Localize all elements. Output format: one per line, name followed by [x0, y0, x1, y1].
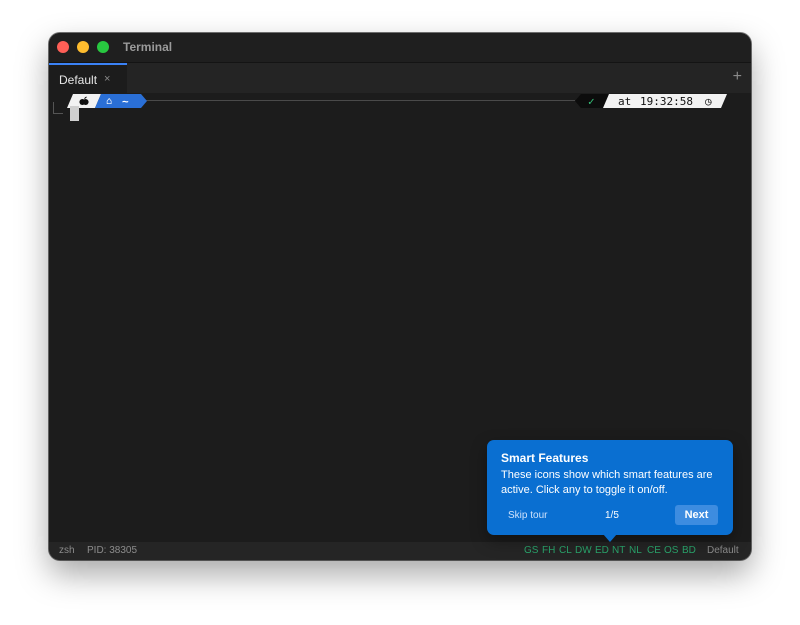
clock-icon: ◷ — [705, 95, 712, 108]
tab-label: Default — [59, 73, 98, 87]
profile-name[interactable]: Default — [707, 545, 739, 556]
onboarding-tooltip: Smart Features These icons show which sm… — [487, 440, 733, 535]
prompt-filler-line — [145, 100, 575, 101]
next-button[interactable]: Next — [675, 505, 718, 525]
status-bar: zsh PID: 38305 GS FH CL DW ED NT NL CE O… — [49, 542, 751, 560]
prompt-time-segment: at 19:32:58 ◷ — [603, 94, 727, 108]
close-window-button[interactable] — [57, 41, 69, 53]
prompt-path: ~ — [122, 95, 129, 108]
shell-name: zsh — [59, 545, 75, 556]
tour-step-counter: 1/5 — [605, 510, 619, 521]
prompt-time: 19:32:58 — [640, 95, 693, 108]
feature-toggle-ce[interactable]: CE — [647, 545, 661, 556]
feature-toggle-gs[interactable]: GS — [524, 545, 538, 556]
tab-bar: Default × + — [49, 63, 751, 93]
home-icon: ⌂ — [106, 96, 113, 107]
feature-toggle-ed[interactable]: ED — [595, 545, 609, 556]
prompt-connector — [53, 102, 63, 114]
window-title: Terminal — [123, 40, 173, 54]
tooltip-pointer — [603, 534, 617, 542]
minimize-window-button[interactable] — [77, 41, 89, 53]
feature-toggle-fh[interactable]: FH — [542, 545, 555, 556]
feature-toggle-nl[interactable]: NL — [629, 545, 642, 556]
time-prefix: at — [618, 95, 632, 108]
check-icon: ✓ — [588, 95, 595, 108]
feature-toggle-cl[interactable]: CL — [559, 545, 572, 556]
tab-close-icon[interactable]: × — [104, 73, 110, 85]
apple-icon — [79, 96, 89, 106]
text-cursor — [70, 106, 79, 121]
skip-tour-button[interactable]: Skip tour — [508, 510, 547, 521]
tab-default[interactable]: Default × — [49, 63, 127, 93]
title-bar: Terminal — [49, 33, 751, 63]
new-tab-button[interactable]: + — [733, 68, 742, 86]
process-id: PID: 38305 — [87, 545, 138, 556]
maximize-window-button[interactable] — [97, 41, 109, 53]
feature-toggle-os[interactable]: OS — [664, 545, 678, 556]
tooltip-body: These icons show which smart features ar… — [501, 469, 713, 496]
tooltip-title: Smart Features — [501, 451, 589, 465]
feature-toggle-bd[interactable]: BD — [682, 545, 696, 556]
prompt-dir-segment: ⌂ ~ — [95, 94, 147, 108]
feature-toggle-dw[interactable]: DW — [575, 545, 592, 556]
feature-toggle-nt[interactable]: NT — [612, 545, 625, 556]
